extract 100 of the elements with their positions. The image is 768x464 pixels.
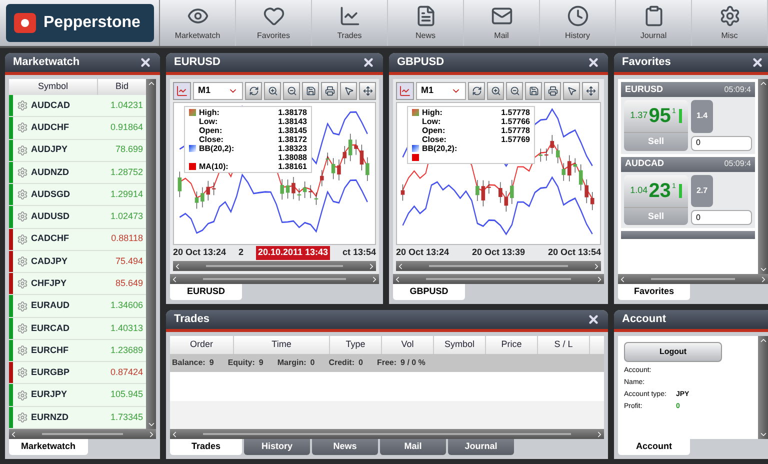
symbol-row[interactable]: AUDSGD 1.29914 [9,184,146,206]
close-icon[interactable] [751,56,764,69]
close-icon[interactable] [362,56,375,69]
chart-tool-button[interactable] [340,82,357,100]
symbol-row[interactable]: EURAUD 1.34606 [9,295,146,318]
panel-tab[interactable]: News [312,439,378,455]
scroll-left-icon[interactable] [9,430,18,438]
panel-tab[interactable]: History [244,439,310,455]
symbol-row[interactable]: EURNZD 1.73345 [9,406,146,429]
settings-icon[interactable] [17,122,28,134]
horizontal-scrollbar[interactable] [9,429,156,439]
symbol-row[interactable]: CADCHF 0.88118 [9,228,146,251]
chart-tool-button[interactable] [582,82,599,100]
settings-icon[interactable] [17,367,28,378]
scroll-right-icon[interactable] [147,430,156,438]
settings-icon[interactable] [17,211,28,222]
chart-type-button[interactable] [396,82,414,100]
chart-tool-button[interactable] [283,82,300,100]
vertical-scrollbar[interactable] [758,336,768,439]
symbol-row[interactable]: EURCAD 1.40313 [9,318,146,340]
chart-tool-button[interactable] [525,82,542,100]
logo[interactable]: Pepperstone [6,4,154,42]
panel-tab[interactable]: Trades [170,439,242,455]
logout-button[interactable]: Logout [624,342,722,362]
toolbar-button[interactable]: History [540,0,616,46]
chart-tool-button[interactable] [487,82,504,100]
symbol-row[interactable]: EURGBP 0.87424 [9,362,146,384]
volume-field[interactable]: 0 [691,136,752,150]
chart-tool-button[interactable] [506,82,523,100]
settings-icon[interactable] [17,256,28,267]
panel-tab[interactable]: Journal [448,439,514,455]
chart-tool-button[interactable] [359,82,376,100]
chart-tool-button[interactable] [321,82,338,100]
chart-tool-button[interactable] [264,82,281,100]
settings-icon[interactable] [17,189,28,200]
symbol-row[interactable]: AUDCHF 0.91864 [9,117,146,140]
timeframe-select[interactable]: M1 [416,82,466,100]
scroll-down-icon[interactable] [758,430,768,439]
settings-icon[interactable] [17,390,28,401]
panel-tab[interactable]: GBPUSD [393,284,465,300]
scroll-right-icon[interactable] [595,430,604,438]
toolbar-button[interactable]: Marketwatch [160,0,236,46]
scroll-left-icon[interactable] [170,430,179,438]
chart-tool-button[interactable] [563,82,580,100]
settings-icon[interactable] [17,322,28,334]
symbol-row[interactable]: AUDCAD 1.04231 [9,95,146,118]
toolbar-button[interactable]: Mail [464,0,540,46]
horizontal-scrollbar[interactable] [393,274,604,284]
close-icon[interactable] [139,56,152,69]
toolbar-button[interactable]: Misc [692,0,768,46]
panel-tab[interactable]: EURUSD [170,284,242,300]
toolbar-button[interactable]: Journal [616,0,692,46]
scroll-left-icon[interactable] [618,274,627,284]
vertical-scrollbar[interactable] [758,79,768,274]
chart-tool-button[interactable] [245,82,262,100]
panel-tab[interactable]: Favorites [618,284,690,300]
close-icon[interactable] [587,56,600,69]
toolbar-button[interactable]: Trades [312,0,388,46]
chart-tool-button[interactable] [544,82,561,100]
settings-icon[interactable] [17,345,28,356]
scroll-up-icon[interactable] [758,336,768,345]
horizontal-scrollbar[interactable] [170,429,604,439]
horizontal-scrollbar[interactable] [173,261,376,271]
scroll-down-icon[interactable] [146,420,156,429]
chart-tool-button[interactable] [468,82,485,100]
settings-icon[interactable] [17,166,28,178]
timeframe-select[interactable]: M1 [193,82,243,100]
symbol-row[interactable]: EURCHF 1.23689 [9,340,146,362]
panel-tab[interactable]: Account [618,439,690,455]
settings-icon[interactable] [17,278,28,290]
column-header[interactable]: Symbol [9,79,98,95]
horizontal-scrollbar[interactable] [618,274,768,284]
horizontal-scrollbar[interactable] [396,261,601,271]
scroll-down-icon[interactable] [758,265,768,274]
settings-icon[interactable] [17,100,28,112]
settings-icon[interactable] [17,234,28,245]
chart-tool-button[interactable] [302,82,319,100]
symbol-row[interactable]: AUDJPY 78.699 [9,140,146,162]
symbol-row[interactable]: CHFJPY 85.649 [9,273,146,296]
quote-time: 05:09:4 [724,84,751,96]
symbol-row[interactable]: EURJPY 105.945 [9,384,146,407]
symbol-row[interactable]: CADJPY 75.494 [9,250,146,274]
symbol-row[interactable]: AUDUSD 1.02473 [9,206,146,229]
toolbar-button[interactable]: News [388,0,464,46]
close-icon[interactable] [587,313,600,326]
horizontal-scrollbar[interactable] [170,274,379,284]
scroll-up-icon[interactable] [758,79,768,88]
volume-field[interactable]: 0 [691,210,752,225]
scroll-right-icon[interactable] [759,274,768,284]
toolbar-button[interactable]: Favorites [236,0,312,46]
panel-tab[interactable]: Mail [380,439,446,455]
panel-tab[interactable]: Marketwatch [9,439,88,455]
column-header[interactable]: Bid [98,79,146,95]
scroll-up-icon[interactable] [146,79,156,88]
settings-icon[interactable] [17,144,28,156]
chart-type-button[interactable] [173,82,191,100]
symbol-row[interactable]: AUDNZD 1.28752 [9,162,146,184]
settings-icon[interactable] [17,300,28,312]
settings-icon[interactable] [17,412,28,423]
vertical-scrollbar[interactable] [146,79,156,429]
